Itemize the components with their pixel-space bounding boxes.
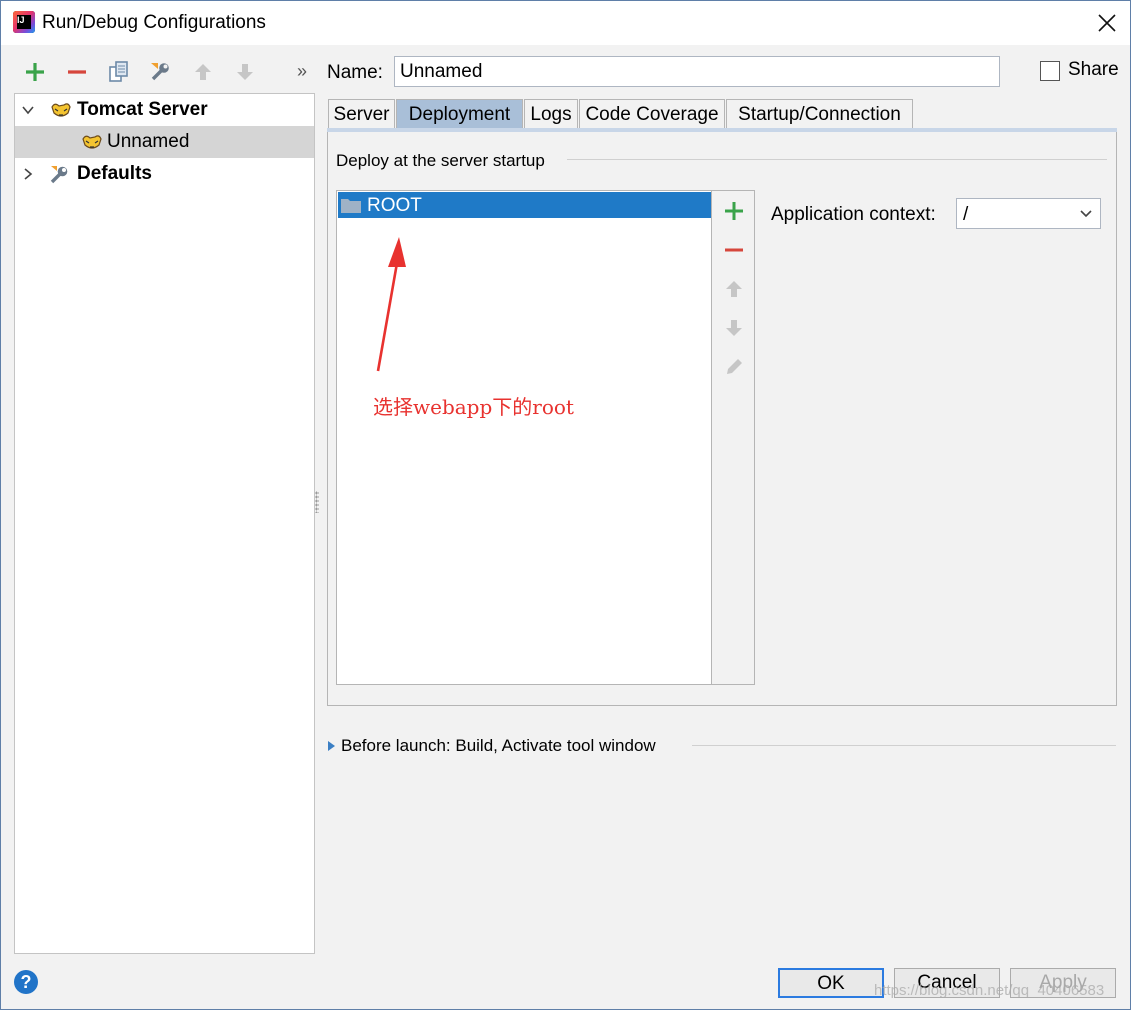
tomcat-icon (51, 103, 71, 117)
chevron-down-icon[interactable] (1079, 208, 1093, 220)
add-icon[interactable] (723, 200, 745, 222)
edit-defaults-icon[interactable] (149, 60, 173, 84)
close-icon[interactable] (1095, 11, 1119, 35)
ok-button[interactable]: OK (778, 968, 884, 998)
chevron-down-icon[interactable] (21, 103, 35, 117)
deploy-toolbar (711, 190, 755, 685)
help-icon[interactable]: ? (14, 970, 38, 994)
title-bar: IJ Run/Debug Configurations (1, 1, 1130, 45)
app-context-select[interactable]: / (956, 198, 1101, 229)
dialog-window: IJ Run/Debug Configurations » Tomcat Ser… (0, 0, 1131, 1010)
remove-icon[interactable] (723, 239, 745, 261)
tree-item-tomcat-server[interactable]: Tomcat Server (15, 94, 314, 126)
folder-icon (341, 199, 361, 213)
add-icon[interactable] (23, 60, 47, 84)
panel-top-border (327, 128, 1117, 132)
name-label: Name: (327, 62, 383, 83)
group-divider (567, 159, 1107, 160)
annotation-arrow (376, 237, 406, 372)
move-up-icon (726, 281, 742, 297)
tab-deployment[interactable]: Deployment (396, 99, 523, 128)
tab-logs[interactable]: Logs (524, 99, 578, 128)
tomcat-icon (82, 135, 102, 149)
config-tree[interactable]: Tomcat Server Unnamed Defaults (14, 93, 315, 954)
expand-triangle-icon[interactable] (327, 739, 337, 753)
copy-icon[interactable] (107, 60, 131, 84)
tab-server[interactable]: Server (328, 99, 395, 128)
tree-label-tomcat-server: Tomcat Server (77, 99, 208, 120)
intellij-logo-icon: IJ (13, 11, 35, 33)
deploy-item-root[interactable]: ROOT (338, 192, 711, 218)
tree-item-defaults[interactable]: Defaults (15, 158, 314, 190)
deploy-item-label: ROOT (367, 195, 422, 216)
window-title: Run/Debug Configurations (42, 12, 266, 33)
tree-item-unnamed[interactable]: Unnamed (15, 126, 314, 158)
more-icon[interactable]: » (297, 61, 307, 82)
remove-icon[interactable] (65, 60, 89, 84)
move-up-icon (195, 64, 211, 80)
share-checkbox[interactable] (1040, 61, 1060, 81)
chevron-right-icon[interactable] (21, 167, 35, 181)
app-context-value: / (963, 204, 969, 225)
tab-startup-connection[interactable]: Startup/Connection (726, 99, 913, 128)
splitter-handle[interactable] (315, 491, 319, 513)
pencil-icon (727, 359, 742, 374)
tree-label-defaults: Defaults (77, 163, 152, 184)
before-launch-label[interactable]: Before launch: Build, Activate tool wind… (341, 736, 656, 756)
annotation-text: 选择webapp下的root (373, 395, 574, 419)
share-label: Share (1068, 59, 1119, 80)
before-launch-divider (692, 745, 1116, 746)
move-down-icon (237, 64, 253, 80)
watermark: https://blog.csdn.net/qq_40406583 (874, 982, 1105, 999)
tree-label-unnamed: Unnamed (107, 131, 190, 152)
move-down-icon (726, 320, 742, 336)
deploy-group-label: Deploy at the server startup (336, 151, 545, 170)
app-context-label: Application context: (771, 204, 936, 225)
name-input[interactable] (394, 56, 1000, 87)
tab-code-coverage[interactable]: Code Coverage (579, 99, 725, 128)
wrench-icon (50, 166, 68, 184)
